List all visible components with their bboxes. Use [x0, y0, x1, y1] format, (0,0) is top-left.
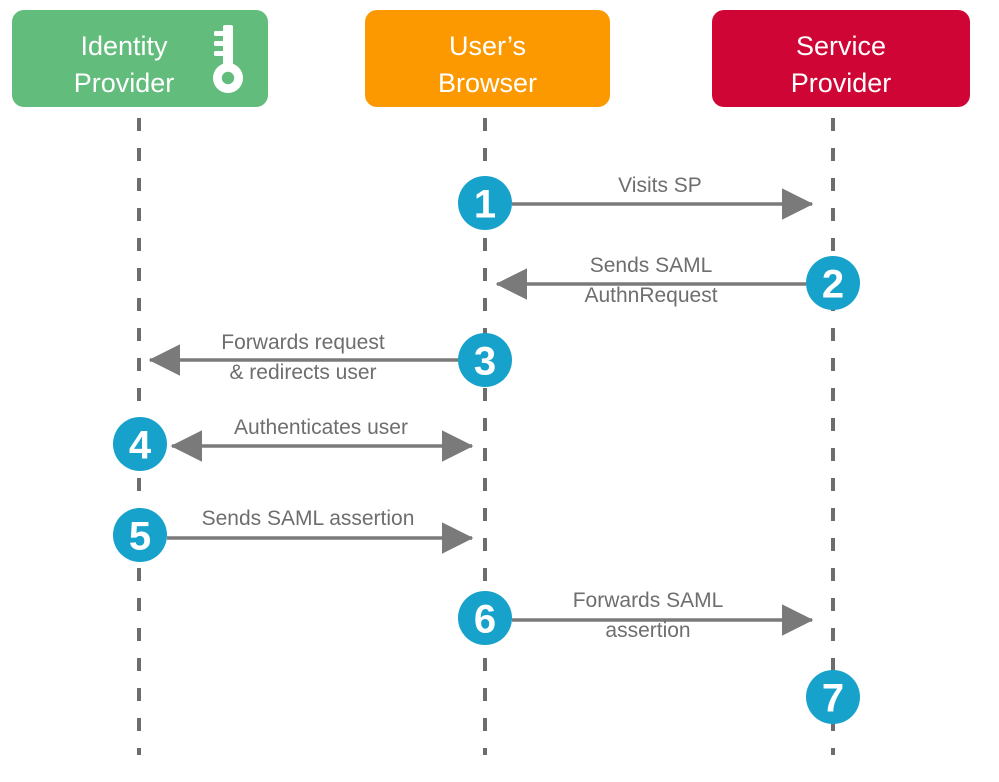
key-tooth-3: [214, 51, 224, 56]
step-number-7: 7: [822, 677, 844, 721]
step-circle-step-7-final[interactable]: 7: [806, 670, 860, 724]
messages-group: Visits SP Sends SAML AuthnRequest Forwards …: [148, 174, 814, 642]
step-circle-step-6-forwards-saml-assertion[interactable]: 6: [458, 591, 512, 645]
message-label-step-6-forwards-saml-assertion-line1: Forwards SAML: [573, 589, 724, 612]
actor-identity-provider[interactable]: Identity Provider: [12, 10, 268, 107]
actor-label-line1-browser: User’s: [449, 31, 526, 61]
actor-boxes-group: Identity Provider User’s Browser Service Prov…: [12, 10, 970, 107]
key-tooth-2: [214, 41, 224, 46]
step-circle-step-2-sends-saml-authnrequest[interactable]: 2: [806, 256, 860, 310]
actor-label-line2-sp: Provider: [791, 68, 892, 98]
actor-service-provider[interactable]: Service Provider: [712, 10, 970, 107]
actor-label-line2-idp: Provider: [74, 68, 175, 98]
step-number-6: 6: [474, 598, 496, 642]
step-circle-step-4-authenticates-user[interactable]: 4: [113, 417, 167, 471]
message-label-step-1-visits-sp-line1: Visits SP: [618, 174, 702, 197]
key-tooth-1: [214, 31, 224, 36]
step-number-1: 1: [474, 183, 496, 227]
message-label-step-2-sends-saml-authnrequest-line2: AuthnRequest: [584, 284, 717, 307]
step-number-3: 3: [474, 340, 496, 384]
message-label-step-3-forwards-request-redirects-user-line1: Forwards request: [221, 331, 385, 354]
message-label-step-2-sends-saml-authnrequest-line1: Sends SAML: [590, 254, 713, 277]
actor-label-line1-idp: Identity: [80, 31, 168, 61]
actor-label-line1-sp: Service: [796, 31, 886, 61]
message-label-step-4-authenticates-user-line1: Authenticates user: [234, 416, 408, 439]
key-bow-hole: [221, 71, 235, 85]
step-circle-step-5-sends-saml-assertion[interactable]: 5: [113, 508, 167, 562]
actor-label-line2-browser: Browser: [438, 68, 537, 98]
step-number-5: 5: [129, 515, 151, 559]
step-number-2: 2: [822, 263, 844, 307]
step-number-4: 4: [129, 424, 152, 468]
step-circle-step-3-forwards-request-redirects-user[interactable]: 3: [458, 333, 512, 387]
actor-users-browser[interactable]: User’s Browser: [365, 10, 610, 107]
diagram-canvas: Identity Provider User’s Browser Service Prov…: [12, 10, 970, 755]
message-label-step-5-sends-saml-assertion-line1: Sends SAML assertion: [202, 507, 415, 530]
key-shaft: [223, 25, 233, 67]
message-label-step-3-forwards-request-redirects-user-line2: & redirects user: [229, 361, 376, 384]
step-circle-step-1-visits-sp[interactable]: 1: [458, 176, 512, 230]
message-label-step-6-forwards-saml-assertion-line2: assertion: [605, 619, 690, 642]
saml-sequence-diagram: Identity Provider User’s Browser Service Prov…: [0, 0, 999, 782]
